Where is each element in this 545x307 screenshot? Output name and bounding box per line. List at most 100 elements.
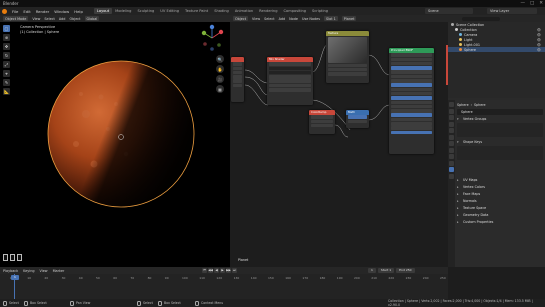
viewport-menu-add[interactable]: Add [59, 17, 66, 21]
grid-icon[interactable]: ▦ [216, 85, 224, 93]
window-title: Blender [3, 1, 19, 6]
material-tab-icon[interactable] [449, 173, 454, 179]
tab-compositing[interactable]: Compositing [281, 8, 310, 14]
cursor-tool-icon[interactable]: ⊕ [3, 34, 10, 41]
object-mode-dropdown[interactable]: Object Mode [3, 16, 29, 21]
viewport-menu-object[interactable]: Object [69, 17, 80, 21]
outliner-search-input[interactable] [462, 16, 500, 21]
view-layer-tab-icon[interactable] [449, 121, 454, 127]
maximize-button[interactable]: □ [530, 1, 534, 6]
tab-texture-paint[interactable]: Texture Paint [182, 8, 211, 14]
tab-uv-editing[interactable]: UV Editing [157, 8, 182, 14]
orientation-dropdown[interactable]: Global [84, 16, 100, 21]
menu-help[interactable]: Help [74, 9, 83, 14]
node-math[interactable]: Math [346, 110, 369, 128]
jump-end-icon[interactable]: ⏭ [232, 268, 237, 273]
panel-shape-keys[interactable]: ▾ Shape Keys [457, 139, 543, 145]
viewport-menu-select[interactable]: Select [44, 17, 54, 21]
start-frame-field[interactable]: Start 1 [377, 268, 395, 273]
node-input[interactable] [231, 57, 244, 102]
close-button[interactable]: ✕ [539, 1, 543, 6]
node-mix-shader[interactable]: Mix Shader [267, 57, 313, 105]
camera-icon[interactable]: 🎥 [216, 75, 224, 83]
current-frame-field[interactable]: 1 [368, 268, 376, 273]
visibility-eye-icon[interactable]: 👁 [537, 28, 541, 32]
pan-hand-icon[interactable]: ✋ [216, 65, 224, 73]
scene-selector[interactable]: Scene [425, 8, 473, 14]
menu-window[interactable]: Window [54, 9, 69, 14]
visibility-eye-icon[interactable]: 👁 [537, 48, 541, 52]
world-tab-icon[interactable] [449, 134, 454, 140]
panel-uv-maps[interactable]: ▸ UV Maps [457, 177, 543, 183]
3d-viewport[interactable]: Object Mode View Select Add Object Globa… [0, 15, 230, 267]
visibility-eye-icon[interactable]: 👁 [537, 38, 541, 42]
node-principled-bsdf[interactable]: Principled BSDF [389, 48, 434, 154]
object-tab-icon[interactable] [449, 141, 454, 146]
visibility-eye-icon[interactable]: 👁 [537, 33, 541, 37]
menu-render[interactable]: Render [36, 9, 50, 14]
end-frame-field[interactable]: End 250 [396, 268, 415, 273]
scene-tab-icon[interactable] [449, 128, 454, 133]
node-texture[interactable]: Texture [326, 31, 369, 83]
prev-key-icon[interactable]: ◀◀ [208, 268, 213, 273]
tab-sculpting[interactable]: Sculpting [134, 8, 157, 14]
scene-collection-icon [451, 23, 454, 26]
tool-tab-icon[interactable] [449, 102, 454, 107]
scale-tool-icon[interactable]: ⤢ [3, 61, 10, 68]
blender-logo-icon[interactable] [2, 8, 7, 14]
timeline-menu-playback[interactable]: Playback [3, 269, 18, 273]
visibility-eye-icon[interactable]: 👁 [537, 43, 541, 47]
toolbar: ▢ ⊕ ✥ ↻ ⤢ ⌖ ✎ 📐 [3, 25, 10, 95]
tab-layout[interactable]: Layout [93, 8, 113, 14]
timeline-menu-keying[interactable]: Keying [23, 269, 34, 273]
zoom-icon[interactable]: 🔍 [216, 55, 224, 63]
outliner[interactable]: Scene Collection Collection 👁 Camera 👁 L… [448, 15, 545, 98]
timeline-menu-view[interactable]: View [40, 269, 48, 273]
jump-start-icon[interactable]: ⏮ [202, 268, 207, 273]
panel-geometry-data[interactable]: ▸ Geometry Data [457, 212, 543, 218]
play-icon[interactable]: ▶ [220, 268, 225, 273]
output-tab-icon[interactable] [449, 115, 454, 120]
shader-node-editor[interactable]: Object View Select Add Node Use Nodes Sl… [230, 15, 448, 267]
viewport-menu-view[interactable]: View [32, 17, 40, 21]
planet-sphere[interactable] [46, 59, 196, 209]
vertex-groups-list[interactable] [457, 123, 543, 137]
next-key-icon[interactable]: ▶▶ [226, 268, 231, 273]
play-reverse-icon[interactable]: ◀ [214, 268, 219, 273]
menu-file[interactable]: File [12, 9, 18, 14]
transform-tool-icon[interactable]: ⌖ [3, 70, 10, 77]
shape-keys-list[interactable] [457, 146, 543, 160]
panel-face-maps[interactable]: ▸ Face Maps [457, 191, 543, 197]
tab-scripting[interactable]: Scripting [309, 8, 331, 14]
measure-tool-icon[interactable]: 📐 [3, 88, 10, 95]
menu-edit[interactable]: Edit [23, 9, 30, 14]
timeline-ruler[interactable]: 0102030405060708090100110120130140150160… [0, 274, 448, 299]
tab-animation[interactable]: Animation [232, 8, 256, 14]
outliner-row-selected[interactable]: Sphere 👁 [448, 47, 545, 52]
particles-tab-icon[interactable] [449, 154, 454, 159]
minimize-button[interactable]: — [520, 1, 525, 6]
timeline-menu-marker[interactable]: Marker [53, 269, 65, 273]
node-color-ramp[interactable]: ColorRamp [309, 110, 335, 134]
rotate-tool-icon[interactable]: ↻ [3, 52, 10, 59]
timeline[interactable]: Playback Keying View Marker ⏮ ◀◀ ◀ ▶ ▶▶ … [0, 267, 448, 299]
tab-shading[interactable]: Shading [211, 8, 232, 14]
properties-editor[interactable]: Sphere › Sphere Sphere ▾ Vertex Groups ▾ S… [448, 100, 545, 267]
panel-custom-properties[interactable]: ▸ Custom Properties [457, 219, 543, 225]
navigation-gizmo[interactable] [197, 23, 227, 53]
annotate-tool-icon[interactable]: ✎ [3, 79, 10, 86]
panel-normals[interactable]: ▸ Normals [457, 198, 543, 204]
panel-vertex-groups[interactable]: ▾ Vertex Groups [457, 116, 543, 122]
panel-vertex-colors[interactable]: ▸ Vertex Colors [457, 184, 543, 190]
render-tab-icon[interactable] [449, 108, 454, 114]
modifier-tab-icon[interactable] [449, 147, 454, 153]
tab-modeling[interactable]: Modeling [112, 8, 134, 14]
move-tool-icon[interactable]: ✥ [3, 43, 10, 50]
mesh-name-field[interactable]: Sphere [457, 109, 543, 115]
view-layer-selector[interactable]: View Layer [487, 8, 537, 14]
physics-tab-icon[interactable] [449, 160, 454, 166]
tab-rendering[interactable]: Rendering [256, 8, 280, 14]
panel-texture-space[interactable]: ▸ Texture Space [457, 205, 543, 211]
select-tool-icon[interactable]: ▢ [3, 25, 10, 32]
mesh-data-tab-icon[interactable] [449, 167, 454, 172]
